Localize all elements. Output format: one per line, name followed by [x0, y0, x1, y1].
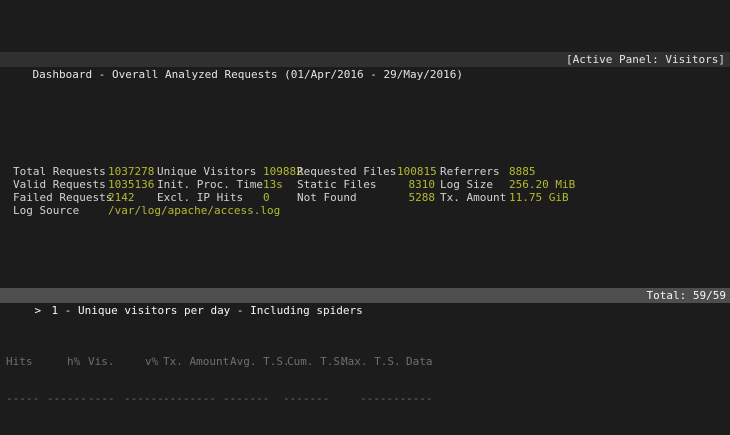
col-avg: Avg. T.S. — [230, 355, 290, 368]
summary-value: /var/log/apache/access.log — [108, 204, 280, 217]
panel-header-unique-visitors[interactable]: >1 - Unique visitors per day - Including… — [0, 288, 730, 303]
col-data: Data — [406, 355, 433, 368]
dash: ---- — [88, 394, 115, 404]
dash: ----- — [6, 394, 39, 404]
title-bar: Dashboard - Overall Analyzed Requests (0… — [0, 52, 730, 67]
summary-value: 11.75 GiB — [509, 191, 569, 204]
column-underline: ----- ------ ---- ------ -------- ------… — [0, 394, 730, 406]
summary-value: 256.20 MiB — [509, 178, 575, 191]
summary-label: Log Source — [13, 204, 79, 217]
col-hits: Hits — [6, 355, 33, 368]
summary-label: Not Found — [297, 191, 357, 204]
summary-label: Unique Visitors — [157, 165, 256, 178]
summary-row: Total Requests 1037278 Unique Visitors 1… — [0, 165, 730, 178]
summary-value: 100815 — [397, 165, 435, 178]
summary-label: Requested Files — [297, 165, 396, 178]
dash: -------- — [163, 394, 216, 404]
summary-row: Valid Requests 1035136 Init. Proc. Time … — [0, 178, 730, 191]
summary-value: 0 — [263, 191, 270, 204]
summary-label: Referrers — [440, 165, 500, 178]
dash: ---- — [406, 394, 433, 404]
summary-value: 5288 — [397, 191, 435, 204]
dash: ------- — [283, 394, 329, 404]
dash: ------- — [223, 394, 269, 404]
summary-label: Excl. IP Hits — [157, 191, 243, 204]
summary-row: Failed Requests 2142 Excl. IP Hits 0 Not… — [0, 191, 730, 204]
active-panel-indicator: [Active Panel: Visitors] — [566, 52, 725, 67]
summary-block: Total Requests 1037278 Unique Visitors 1… — [0, 126, 730, 217]
summary-label: Tx. Amount — [440, 191, 506, 204]
summary-value: 1037278 — [108, 165, 154, 178]
col-max: Max. T.S. — [341, 355, 401, 368]
column-headers: Hits h% Vis. v% Tx. Amount Avg. T.S. Cum… — [0, 355, 730, 368]
summary-label: Failed Requests — [13, 191, 112, 204]
summary-label: Log Size — [440, 178, 493, 191]
goaccess-terminal-dashboard: Dashboard - Overall Analyzed Requests (0… — [0, 0, 730, 435]
summary-value: 8885 — [509, 165, 536, 178]
col-vis: Vis. — [88, 355, 115, 368]
summary-label: Valid Requests — [13, 178, 106, 191]
col-vpct: v% — [145, 355, 158, 368]
summary-label: Static Files — [297, 178, 376, 191]
dash: ------ — [124, 394, 164, 404]
panel-title: 1 - Unique visitors per day - Including … — [52, 304, 363, 317]
col-cum: Cum. T.S. — [287, 355, 347, 368]
summary-value: 1035136 — [108, 178, 154, 191]
dash: ------ — [47, 394, 87, 404]
summary-label: Init. Proc. Time — [157, 178, 263, 191]
summary-value: 8310 — [397, 178, 435, 191]
panel-total: Total: 59/59 — [647, 288, 726, 303]
app-title: Dashboard - Overall Analyzed Requests (0… — [33, 68, 463, 81]
col-tx: Tx. Amount — [163, 355, 229, 368]
active-panel-cursor-icon: > — [35, 303, 52, 318]
summary-value: 2142 — [108, 191, 135, 204]
summary-row: Log Source /var/log/apache/access.log — [0, 204, 730, 217]
summary-value: 13s — [263, 178, 283, 191]
summary-label: Total Requests — [13, 165, 106, 178]
col-hpct: h% — [67, 355, 80, 368]
